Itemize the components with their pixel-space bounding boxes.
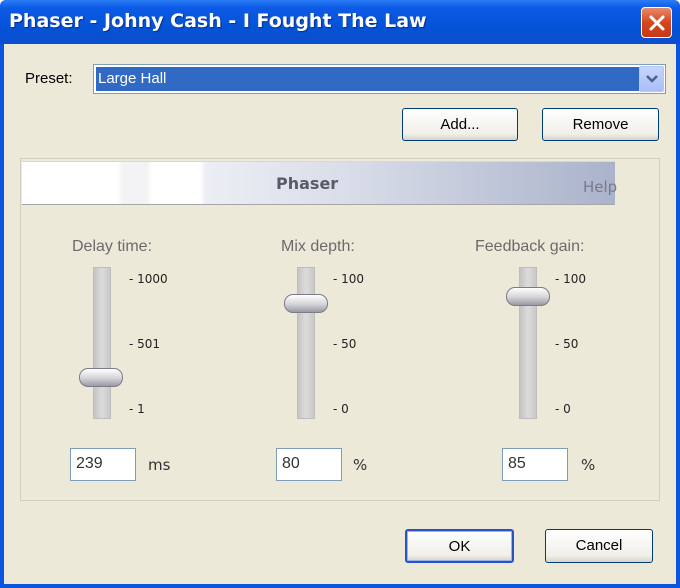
ok-button[interactable]: OK [405,529,514,563]
delay-tick-min: - 1 [129,402,145,416]
mix-tick-max: - 100 [333,272,365,286]
cancel-button[interactable]: Cancel [545,529,653,563]
dropdown-button[interactable] [639,66,664,92]
effect-title: Phaser [276,174,339,193]
close-button[interactable] [641,7,672,38]
add-preset-button[interactable]: Add... [402,108,518,141]
feedback-tick-min: - 0 [555,402,571,416]
mix-depth-input[interactable]: 80 [276,448,342,481]
delay-time-thumb[interactable] [79,368,123,388]
mix-tick-min: - 0 [333,402,349,416]
delay-time-input[interactable]: 239 [70,448,136,481]
effect-panel: Phaser Help Delay time: - 1000 - 501 - 1… [20,158,660,501]
remove-preset-button[interactable]: Remove [542,108,659,141]
delay-time-unit: ms [148,456,171,474]
delay-tick-max: - 1000 [129,272,168,286]
mix-tick-mid: - 50 [333,337,357,351]
effect-banner: Phaser Help [22,161,617,205]
feedback-gain-thumb[interactable] [506,286,550,306]
close-icon [649,15,665,31]
preset-label: Preset: [25,70,73,87]
mix-depth-track[interactable] [297,267,315,419]
mix-depth-thumb[interactable] [284,293,328,313]
preset-dropdown[interactable]: Large Hall [93,64,666,94]
feedback-tick-mid: - 50 [555,337,579,351]
preset-selected-value: Large Hall [96,67,639,91]
dialog-client: Preset: Large Hall Add... Remove Phaser … [4,44,676,584]
mix-depth-label: Mix depth: [281,238,355,255]
feedback-gain-input[interactable]: 85 [502,448,568,481]
feedback-gain-unit: % [581,456,596,474]
feedback-gain-label: Feedback gain: [475,238,585,255]
mix-depth-unit: % [353,456,368,474]
delay-time-track[interactable] [93,267,111,419]
window-title: Phaser - Johny Cash - I Fought The Law [9,10,427,32]
title-bar[interactable]: Phaser - Johny Cash - I Fought The Law [0,0,680,44]
delay-time-label: Delay time: [72,238,153,255]
delay-tick-mid: - 501 [129,337,161,351]
help-link[interactable]: Help [583,178,617,196]
feedback-tick-max: - 100 [555,272,587,286]
dialog-window: Phaser - Johny Cash - I Fought The Law P… [0,0,680,588]
chevron-down-icon [646,75,658,83]
